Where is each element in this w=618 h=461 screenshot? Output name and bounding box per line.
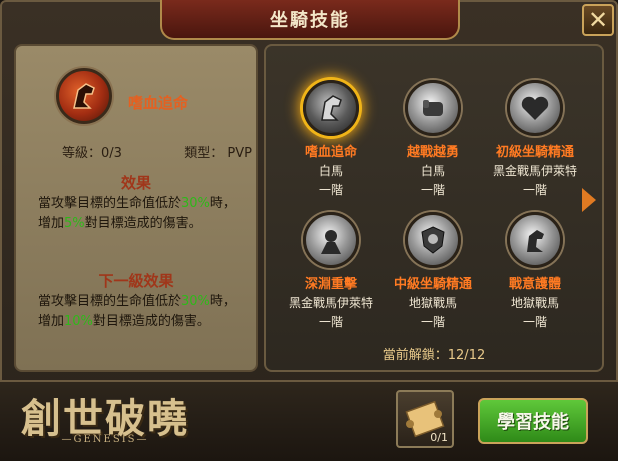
skill-tier: 一階 [522, 183, 547, 197]
skill-name: 越戰越勇 [406, 145, 459, 160]
logo-subtitle: —GENESIS— [61, 434, 149, 445]
title-bar: 坐騎技能 [160, 0, 460, 40]
next-page-arrow[interactable] [582, 188, 596, 212]
skill-name: 嗜血追命 [304, 145, 357, 160]
skill-name: 初級坐騎精通 [495, 145, 574, 160]
strike-icon [303, 212, 359, 268]
skill-card-4[interactable]: 中級坐騎精通 地獄戰馬 一階 [381, 212, 485, 330]
skill-card-3[interactable]: 深淵重擊 黑金戰馬伊萊特 一階 [279, 212, 383, 330]
skill-card-1[interactable]: 越戰越勇 白馬 一階 [381, 80, 485, 198]
heart-icon [507, 80, 563, 136]
skill-tier: 一階 [522, 315, 547, 329]
horse-head-icon [303, 80, 359, 136]
skill-mount: 白馬 [420, 164, 445, 178]
effect-title: 效果 [120, 174, 151, 192]
unlock-count: 當前解鎖：12/12 [382, 348, 486, 363]
skill-name: 深淵重擊 [304, 277, 357, 292]
skill-card-0[interactable]: 嗜血追命 白馬 一階 [279, 80, 383, 198]
skill-scroll-slot[interactable]: 0/1 [396, 390, 454, 448]
window-title: 坐騎技能 [270, 10, 350, 31]
skill-mount: 地獄戰馬 [510, 296, 559, 310]
skill-name: 戰意護體 [508, 277, 561, 292]
skill-name: 中級坐騎精通 [393, 277, 472, 292]
fist-icon [405, 80, 461, 136]
skill-card-5[interactable]: 戰意護體 地獄戰馬 一階 [483, 212, 587, 330]
selected-skill-name: 嗜血追命 [128, 94, 189, 112]
skill-mount: 白馬 [318, 164, 343, 178]
skill-tier: 一階 [420, 315, 445, 329]
skill-mount: 地獄戰馬 [408, 296, 457, 310]
next-effect-title: 下一級效果 [98, 272, 174, 290]
game-logo: 創世破曉 —GENESIS— [20, 386, 190, 452]
effect-description: 當攻擊目標的生命值低於30%時，增加5%對目標造成的傷害。 [38, 196, 236, 231]
skill-tier: 一階 [318, 315, 343, 329]
skill-mount: 黑金戰馬伊萊特 [492, 164, 577, 178]
learn-skill-button[interactable]: 學習技能 [478, 398, 588, 444]
horse-icon [507, 212, 563, 268]
skill-meta: 等級：0/3 類型： PVP [62, 142, 252, 161]
skill-tier: 一階 [420, 183, 445, 197]
skill-mount: 黑金戰馬伊萊特 [288, 296, 373, 310]
shield-icon [405, 212, 461, 268]
skill-detail-panel: 嗜血追命 等級：0/3 類型： PVP 效果 當攻擊目標的生命值低於30%時，增… [14, 44, 258, 372]
close-button[interactable]: ✕ [582, 4, 614, 36]
scroll-count: 0/1 [430, 431, 448, 444]
skill-level: 等級：0/3 [62, 146, 122, 161]
selected-skill-icon [56, 68, 112, 124]
skill-tier: 一階 [318, 183, 343, 197]
horse-head-icon [73, 83, 95, 109]
next-effect-description: 當攻擊目標的生命值低於30%時，增加10%對目標造成的傷害。 [38, 294, 236, 329]
skill-card-2[interactable]: 初級坐騎精通 黑金戰馬伊萊特 一階 [483, 80, 587, 198]
close-icon: ✕ [587, 6, 609, 34]
skill-type: 類型： PVP [184, 146, 252, 161]
